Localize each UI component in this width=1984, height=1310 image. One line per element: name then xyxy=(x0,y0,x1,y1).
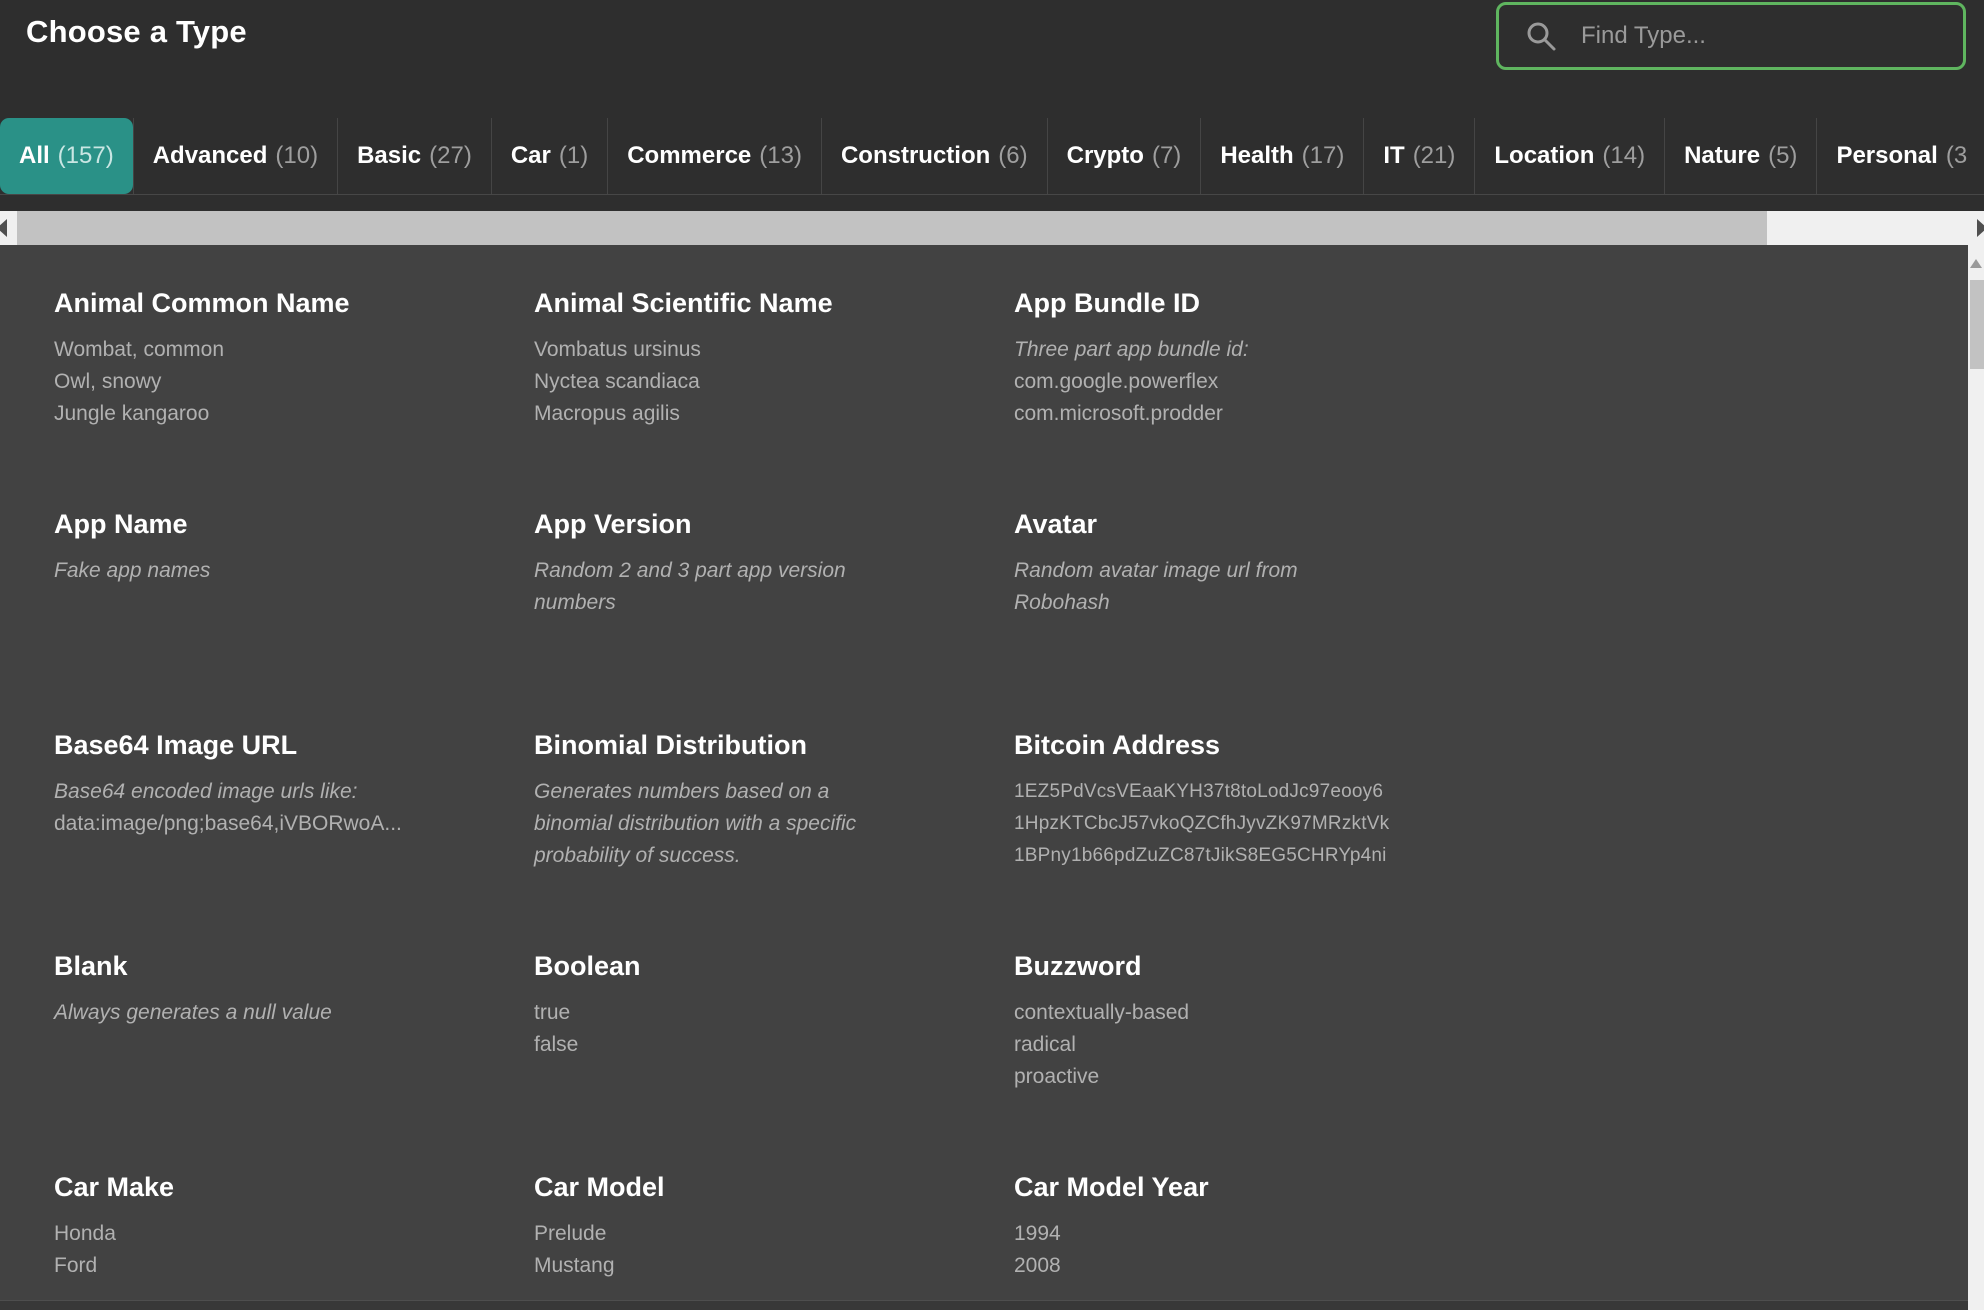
type-sample-line: Owl, snowy xyxy=(54,366,426,398)
tab-all[interactable]: All(157) xyxy=(0,118,133,194)
type-list: Animal Common Name Wombat, common Owl, s… xyxy=(0,245,1984,1310)
type-sample-line: false xyxy=(534,1029,906,1061)
type-description-line: Random avatar image url from Robohash xyxy=(1014,555,1386,619)
type-sample-line: 1994 xyxy=(1014,1218,1386,1250)
tab-car[interactable]: Car(1) xyxy=(491,118,607,194)
type-card-car-make[interactable]: Car Make Honda Ford xyxy=(54,1171,426,1310)
type-sample-line: proactive xyxy=(1014,1061,1386,1093)
type-card-title: Bitcoin Address xyxy=(1014,729,1386,762)
dialog-header: Choose a Type xyxy=(0,0,1984,118)
dialog-bottom-edge xyxy=(0,1300,1968,1310)
type-card-title: Animal Scientific Name xyxy=(534,287,906,320)
type-sample-line: Jungle kangaroo xyxy=(54,398,426,430)
type-sample-line: Honda xyxy=(54,1218,426,1250)
type-sample-line: 1HpzKTCbcJ57vkoQZCfhJyvZK97MRzktVk xyxy=(1014,808,1386,840)
tab-location[interactable]: Location(14) xyxy=(1474,118,1664,194)
type-description-line: Always generates a null value xyxy=(54,997,426,1029)
type-sample-line: true xyxy=(534,997,906,1029)
type-sample-line: com.google.powerflex xyxy=(1014,366,1386,398)
tab-health[interactable]: Health(17) xyxy=(1200,118,1363,194)
type-card-animal-scientific-name[interactable]: Animal Scientific Name Vombatus ursinus … xyxy=(534,287,906,508)
type-description-line: Three part app bundle id: xyxy=(1014,334,1386,366)
type-card-title: Buzzword xyxy=(1014,950,1386,983)
type-card-title: App Name xyxy=(54,508,426,541)
scroll-left-arrow-icon[interactable] xyxy=(0,219,7,237)
type-card-title: Animal Common Name xyxy=(54,287,426,320)
search-icon xyxy=(1525,20,1557,52)
type-sample-line: Wombat, common xyxy=(54,334,426,366)
type-card-app-version[interactable]: App Version Random 2 and 3 part app vers… xyxy=(534,508,906,729)
type-sample-line: Mustang xyxy=(534,1250,906,1282)
scroll-up-arrow-icon[interactable] xyxy=(1970,259,1982,268)
type-sample-line: contextually-based xyxy=(1014,997,1386,1029)
type-sample-line: Ford xyxy=(54,1250,426,1282)
tabbar-spacer xyxy=(0,195,1984,211)
type-card-base64-image-url[interactable]: Base64 Image URL Base64 encoded image ur… xyxy=(54,729,426,950)
tab-nature[interactable]: Nature(5) xyxy=(1664,118,1816,194)
choose-type-dialog: { "header": { "title": "Choose a Type", … xyxy=(0,0,1984,1308)
type-card-title: App Version xyxy=(534,508,906,541)
vertical-scrollbar-thumb[interactable] xyxy=(1970,280,1984,369)
tab-construction[interactable]: Construction(6) xyxy=(821,118,1047,194)
tab-basic[interactable]: Basic(27) xyxy=(337,118,491,194)
type-grid: Animal Common Name Wombat, common Owl, s… xyxy=(54,287,1494,1310)
search-input[interactable] xyxy=(1579,21,1913,51)
type-description-line: Base64 encoded image urls like: xyxy=(54,776,426,808)
type-sample-line: data:image/png;base64,iVBORwoA... xyxy=(54,808,426,840)
horizontal-scrollbar-thumb[interactable] xyxy=(17,211,1767,245)
type-card-title: App Bundle ID xyxy=(1014,287,1386,320)
tab-it[interactable]: IT(21) xyxy=(1363,118,1474,194)
tab-advanced[interactable]: Advanced(10) xyxy=(133,118,337,194)
type-card-bitcoin-address[interactable]: Bitcoin Address 1EZ5PdVcsVEaaKYH37t8toLo… xyxy=(1014,729,1386,950)
scroll-right-arrow-icon[interactable] xyxy=(1977,219,1984,237)
type-card-buzzword[interactable]: Buzzword contextually-based radical proa… xyxy=(1014,950,1386,1171)
type-card-title: Car Model Year xyxy=(1014,1171,1386,1204)
type-sample-line: com.microsoft.prodder xyxy=(1014,398,1386,430)
type-sample-line: Prelude xyxy=(534,1218,906,1250)
type-card-title: Blank xyxy=(54,950,426,983)
type-card-animal-common-name[interactable]: Animal Common Name Wombat, common Owl, s… xyxy=(54,287,426,508)
type-card-title: Car Model xyxy=(534,1171,906,1204)
tab-personal[interactable]: Personal(3 xyxy=(1816,118,1984,194)
type-card-app-bundle-id[interactable]: App Bundle ID Three part app bundle id: … xyxy=(1014,287,1386,508)
type-description-line: Fake app names xyxy=(54,555,426,587)
type-card-avatar[interactable]: Avatar Random avatar image url from Robo… xyxy=(1014,508,1386,729)
type-sample-line: Nyctea scandiaca xyxy=(534,366,906,398)
vertical-scrollbar[interactable] xyxy=(1968,245,1984,1310)
search-box[interactable] xyxy=(1496,2,1966,70)
type-card-car-model-year[interactable]: Car Model Year 1994 2008 xyxy=(1014,1171,1386,1310)
type-card-title: Base64 Image URL xyxy=(54,729,426,762)
type-card-title: Car Make xyxy=(54,1171,426,1204)
type-card-boolean[interactable]: Boolean true false xyxy=(534,950,906,1171)
category-tabs: All(157) Advanced(10) Basic(27) Car(1) C… xyxy=(0,118,1984,195)
type-card-binomial-distribution[interactable]: Binomial Distribution Generates numbers … xyxy=(534,729,906,950)
tab-crypto[interactable]: Crypto(7) xyxy=(1047,118,1201,194)
tab-commerce[interactable]: Commerce(13) xyxy=(607,118,821,194)
type-sample-line: 1EZ5PdVcsVEaaKYH37t8toLodJc97eooy6 xyxy=(1014,776,1386,808)
type-sample-line: Vombatus ursinus xyxy=(534,334,906,366)
type-card-app-name[interactable]: App Name Fake app names xyxy=(54,508,426,729)
type-card-car-model[interactable]: Car Model Prelude Mustang xyxy=(534,1171,906,1310)
type-sample-line: 1BPny1b66pdZuZC87tJikS8EG5CHRYp4ni xyxy=(1014,840,1386,872)
type-card-blank[interactable]: Blank Always generates a null value xyxy=(54,950,426,1171)
type-sample-line: radical xyxy=(1014,1029,1386,1061)
type-card-title: Avatar xyxy=(1014,508,1386,541)
type-card-title: Boolean xyxy=(534,950,906,983)
type-sample-line: Macropus agilis xyxy=(534,398,906,430)
type-sample-line: 2008 xyxy=(1014,1250,1386,1282)
type-description-line: Random 2 and 3 part app version numbers xyxy=(534,555,906,619)
type-description-line: Generates numbers based on a binomial di… xyxy=(534,776,906,872)
page-title: Choose a Type xyxy=(26,14,247,50)
type-card-title: Binomial Distribution xyxy=(534,729,906,762)
tabs-horizontal-scrollbar[interactable] xyxy=(0,211,1984,245)
dialog-top-chrome: Choose a Type All(157) Advanced(10) Basi… xyxy=(0,0,1984,211)
